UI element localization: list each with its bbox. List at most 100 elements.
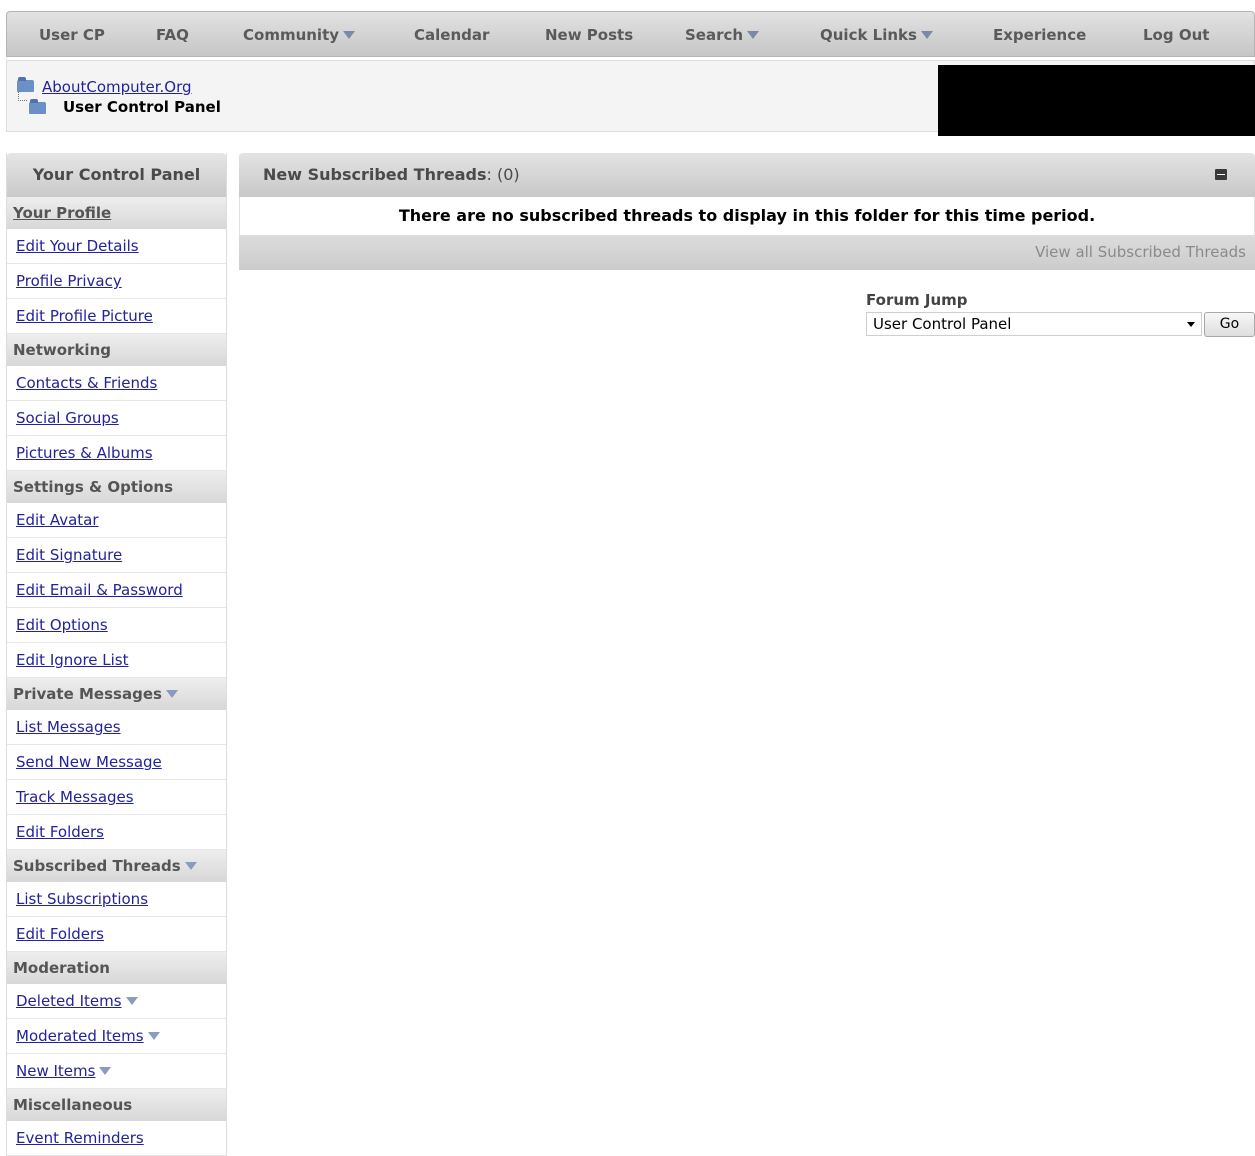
nav-search[interactable]: Search [685, 12, 760, 56]
sidebar-item-link[interactable]: Edit Signature [16, 546, 122, 564]
sidebar-item-link[interactable]: Social Groups [16, 409, 119, 427]
sidebar-item-link[interactable]: Edit Profile Picture [16, 307, 153, 325]
sidebar-item-track-messages[interactable]: Track Messages [7, 780, 226, 815]
nav-community[interactable]: Community [243, 12, 356, 56]
tree-connector-icon [18, 92, 27, 101]
sidebar-item-link[interactable]: Edit Your Details [16, 237, 139, 255]
chevron-down-icon[interactable] [184, 862, 197, 870]
nav-label: FAQ [156, 26, 189, 44]
collapse-icon[interactable] [1215, 169, 1227, 180]
folder-icon [17, 77, 34, 92]
forum-jump-selected: User Control Panel [873, 315, 1012, 333]
sidebar-item-link[interactable]: Moderated Items [16, 1027, 144, 1045]
sidebar-item-edit-ignore-list[interactable]: Edit Ignore List [7, 643, 226, 678]
sidebar-item-link[interactable]: Edit Ignore List [16, 651, 129, 669]
sidebar-item-link[interactable]: Profile Privacy [16, 272, 122, 290]
sidebar-item-new-items[interactable]: New Items [7, 1054, 226, 1089]
sidebar-item-link[interactable]: Event Reminders [16, 1129, 144, 1147]
sidebar-heading-networking: Networking [7, 334, 226, 366]
chevron-down-icon[interactable] [147, 1032, 160, 1040]
nav-user-cp[interactable]: User CP [39, 12, 105, 56]
sidebar-item-edit-your-details[interactable]: Edit Your Details [7, 229, 226, 264]
sidebar-heading-subscribed-threads[interactable]: Subscribed Threads [7, 850, 226, 882]
chevron-down-icon[interactable] [165, 690, 178, 698]
sidebar-item-moderated-items[interactable]: Moderated Items [7, 1019, 226, 1054]
sidebar-item-link[interactable]: Track Messages [16, 788, 134, 806]
sidebar-item-link[interactable]: Edit Folders [16, 925, 104, 943]
sidebar-item-edit-options[interactable]: Edit Options [7, 608, 226, 643]
sidebar-item-list-messages[interactable]: List Messages [7, 710, 226, 745]
sidebar-item-edit-profile-picture[interactable]: Edit Profile Picture [7, 299, 226, 334]
sidebar-item-contacts-and-friends[interactable]: Contacts & Friends [7, 366, 226, 401]
breadcrumb-current: User Control Panel [63, 98, 221, 116]
sidebar-item-edit-signature[interactable]: Edit Signature [7, 538, 226, 573]
sidebar-heading-label: Moderation [13, 959, 110, 977]
sidebar-item-list-subscriptions[interactable]: List Subscriptions [7, 882, 226, 917]
sidebar-item-social-groups[interactable]: Social Groups [7, 401, 226, 436]
nav-label: Experience [993, 26, 1087, 44]
sidebar-item-send-new-message[interactable]: Send New Message [7, 745, 226, 780]
thread-count: : (0) [486, 165, 520, 184]
nav-label: Log Out [1143, 26, 1210, 44]
chevron-down-icon [747, 31, 760, 39]
nav-label: Search [685, 26, 744, 44]
sidebar-item-edit-folders[interactable]: Edit Folders [7, 917, 226, 952]
sidebar-item-link[interactable]: List Subscriptions [16, 890, 148, 908]
nav-label: New Posts [545, 26, 634, 44]
sidebar-heading-label: Miscellaneous [13, 1096, 133, 1114]
sidebar-item-link[interactable]: Edit Options [16, 616, 108, 634]
sidebar-title: Your Control Panel [7, 153, 226, 197]
breadcrumb-site-link[interactable]: AboutComputer.Org [42, 78, 192, 96]
sidebar-item-pictures-and-albums[interactable]: Pictures & Albums [7, 436, 226, 471]
sidebar-item-deleted-items[interactable]: Deleted Items [7, 984, 226, 1019]
sidebar-item-link[interactable]: Pictures & Albums [16, 444, 153, 462]
redacted-area [938, 65, 1255, 136]
nav-label: Community [243, 26, 340, 44]
sidebar-item-link[interactable]: Edit Avatar [16, 511, 99, 529]
nav-quick-links[interactable]: Quick Links [820, 12, 933, 56]
nav-label: Calendar [414, 26, 490, 44]
sidebar-item-profile-privacy[interactable]: Profile Privacy [7, 264, 226, 299]
sidebar-heading-moderation: Moderation [7, 952, 226, 984]
sidebar-item-link[interactable]: Contacts & Friends [16, 374, 157, 392]
sidebar-item-link[interactable]: Edit Folders [16, 823, 104, 841]
folder-open-icon [29, 99, 46, 114]
sidebar-heading-label[interactable]: Your Profile [13, 204, 111, 222]
sidebar-heading-settings-and-options: Settings & Options [7, 471, 226, 503]
sidebar-item-edit-email-and-password[interactable]: Edit Email & Password [7, 573, 226, 608]
sidebar-item-link[interactable]: Deleted Items [16, 992, 122, 1010]
nav-label: Quick Links [820, 26, 917, 44]
sidebar-heading-your-profile[interactable]: Your Profile [7, 197, 226, 229]
control-panel-sidebar: Your Control Panel Your Profile Edit Your… [6, 153, 227, 1156]
sidebar-heading-label: Private Messages [13, 685, 162, 703]
chevron-down-icon[interactable] [99, 1067, 112, 1075]
sidebar-item-edit-avatar[interactable]: Edit Avatar [7, 503, 226, 538]
nav-experience[interactable]: Experience [993, 12, 1086, 56]
sidebar-item-edit-folders[interactable]: Edit Folders [7, 815, 226, 850]
chevron-down-icon[interactable] [125, 997, 138, 1005]
top-navbar: User CP FAQ Community Calendar New Posts Sear… [6, 11, 1255, 57]
nav-calendar[interactable]: Calendar [414, 12, 489, 56]
view-all-subscribed-link[interactable]: View all Subscribed Threads [1035, 235, 1246, 270]
nav-faq[interactable]: FAQ [156, 12, 189, 56]
nav-log-out[interactable]: Log Out [1143, 12, 1209, 56]
forum-jump-label: Forum Jump [866, 291, 968, 309]
sidebar-heading-label: Subscribed Threads [13, 857, 181, 875]
sidebar-heading-private-messages[interactable]: Private Messages [7, 678, 226, 710]
chevron-down-icon [1187, 322, 1195, 327]
sidebar-heading-label: Settings & Options [13, 478, 174, 496]
sidebar-heading-label: Networking [13, 341, 111, 359]
sidebar-item-event-reminders[interactable]: Event Reminders [7, 1121, 226, 1156]
forum-jump-select[interactable]: User Control Panel [866, 312, 1202, 336]
go-button[interactable]: Go [1204, 312, 1255, 337]
sidebar-item-link[interactable]: Send New Message [16, 753, 162, 771]
nav-new-posts[interactable]: New Posts [545, 12, 633, 56]
subscribed-threads-header: New Subscribed Threads: (0) [239, 153, 1255, 197]
sidebar-item-link[interactable]: List Messages [16, 718, 121, 736]
sidebar-item-link[interactable]: Edit Email & Password [16, 581, 183, 599]
panel-footer: View all Subscribed Threads [239, 235, 1255, 270]
chevron-down-icon [920, 31, 933, 39]
panel-title: New Subscribed Threads: (0) [263, 153, 520, 197]
panel-title-text: New Subscribed Threads [263, 165, 487, 184]
sidebar-item-link[interactable]: New Items [16, 1062, 95, 1080]
